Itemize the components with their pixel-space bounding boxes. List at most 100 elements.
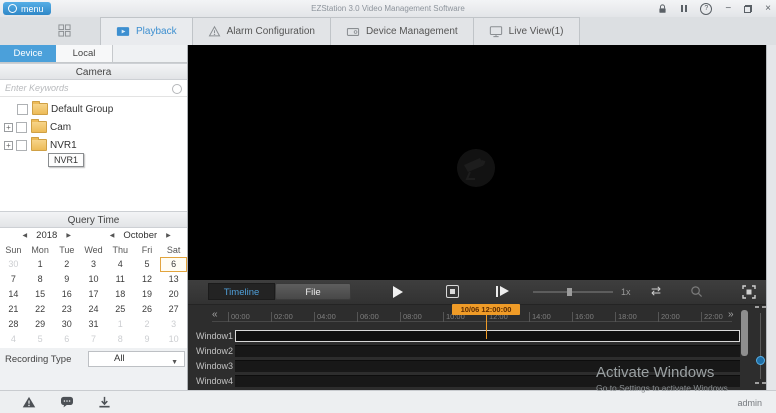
sidebar-tab-local[interactable]: Local (56, 45, 113, 62)
download-icon[interactable] (98, 396, 111, 409)
calendar-day[interactable]: 5 (27, 332, 54, 347)
window4-track[interactable] (235, 375, 740, 387)
calendar-day[interactable]: 14 (0, 287, 27, 302)
video-display-area[interactable] (188, 45, 766, 280)
calendar-day[interactable]: 2 (53, 257, 80, 272)
calendar-day[interactable]: 22 (27, 302, 54, 317)
search-input[interactable] (0, 80, 187, 95)
file-mode-button[interactable]: File (275, 283, 351, 300)
speed-slider[interactable] (533, 288, 613, 296)
step-forward-button[interactable] (496, 286, 512, 298)
calendar-day[interactable]: 4 (107, 257, 134, 272)
calendar-day[interactable]: 9 (53, 272, 80, 287)
recording-type-select[interactable]: All ▼ (88, 351, 185, 367)
playhead-marker[interactable]: 10/06 12:00:00 (452, 304, 520, 315)
help-icon[interactable]: ? (700, 2, 713, 15)
sidebar-tab-device[interactable]: Device (0, 45, 56, 62)
checkbox[interactable] (16, 139, 27, 151)
next-year-icon[interactable]: ▶ (66, 232, 71, 239)
scroll-left-icon[interactable]: « (212, 309, 218, 320)
window1-track[interactable] (235, 330, 740, 342)
expand-icon[interactable]: + (4, 122, 13, 132)
calendar-day[interactable]: 31 (80, 317, 107, 332)
calendar-day[interactable]: 19 (134, 287, 161, 302)
calendar-day[interactable]: 3 (160, 317, 187, 332)
fullscreen-icon[interactable] (742, 285, 756, 299)
close-icon[interactable]: × (765, 0, 771, 17)
calendar-day[interactable]: 28 (0, 317, 27, 332)
timeline-zoom-slider-knob[interactable] (756, 356, 765, 365)
calendar-day[interactable]: 24 (80, 302, 107, 317)
window3-track[interactable] (235, 360, 740, 372)
calendar-day[interactable]: 27 (160, 302, 187, 317)
calendar-day[interactable]: 6 (53, 332, 80, 347)
minimize-icon[interactable]: − (725, 0, 731, 17)
calendar-day[interactable]: 2 (134, 317, 161, 332)
checkbox[interactable] (17, 103, 28, 115)
calendar-day[interactable]: 25 (107, 302, 134, 317)
calendar-day[interactable]: 21 (0, 302, 27, 317)
scroll-right-icon[interactable]: » (728, 309, 734, 320)
windows-scrollbar-thumb[interactable] (741, 310, 748, 356)
prev-month-icon[interactable]: ◀ (110, 232, 115, 239)
calendar-day[interactable]: 3 (80, 257, 107, 272)
zoom-in-marks[interactable] (755, 306, 766, 308)
zoom-out-marks[interactable] (755, 382, 766, 384)
search-icon[interactable] (172, 84, 182, 94)
restore-icon[interactable] (744, 4, 753, 13)
timeline-ruler[interactable]: « 00:00 02:00 04:00 06:00 08:00 10:00 12:00 14:… (188, 304, 766, 339)
calendar-day[interactable]: 7 (0, 272, 27, 287)
calendar-day[interactable]: 9 (134, 332, 161, 347)
tab-live-view[interactable]: Live View(1) (472, 17, 580, 45)
message-icon[interactable] (60, 396, 74, 408)
calendar-day[interactable]: 1 (107, 317, 134, 332)
lock-icon[interactable] (657, 3, 668, 15)
menu-button[interactable]: menu (3, 2, 51, 15)
calendar-day[interactable]: 23 (53, 302, 80, 317)
speed-slider-thumb[interactable] (567, 288, 572, 296)
calendar-day[interactable]: 1 (27, 257, 54, 272)
tree-item-default-group[interactable]: Default Group (0, 101, 187, 117)
calendar-day[interactable]: 8 (107, 332, 134, 347)
prev-year-icon[interactable]: ◀ (23, 232, 28, 239)
checkbox[interactable] (16, 121, 27, 133)
calendar-day[interactable]: 20 (160, 287, 187, 302)
calendar-day[interactable]: 11 (107, 272, 134, 287)
device-icon (346, 27, 360, 36)
calendar-day[interactable]: 29 (27, 317, 54, 332)
calendar-day[interactable]: 16 (53, 287, 80, 302)
tab-alarm-configuration[interactable]: Alarm Configuration (191, 17, 330, 45)
calendar-day[interactable]: 7 (80, 332, 107, 347)
alarm-status-icon[interactable] (22, 396, 36, 408)
calendar-day[interactable]: 10 (160, 332, 187, 347)
tree-item-nvr1[interactable]: + NVR1 (0, 137, 187, 153)
calendar-day[interactable]: 10 (80, 272, 107, 287)
calendar-day[interactable]: 17 (80, 287, 107, 302)
tree-item-cam[interactable]: + Cam (0, 119, 187, 135)
calendar-day-selected[interactable]: 6 (160, 257, 188, 272)
calendar-day[interactable]: 13 (160, 272, 187, 287)
chevron-down-icon: ▼ (171, 359, 178, 366)
calendar-day[interactable]: 26 (134, 302, 161, 317)
timeline-zoom-icon[interactable] (690, 285, 703, 298)
tab-playback[interactable]: Playback (100, 17, 192, 45)
layout-grid-icon[interactable] (58, 24, 71, 37)
window2-track[interactable] (235, 345, 740, 357)
calendar-day[interactable]: 5 (134, 257, 161, 272)
expand-icon[interactable]: + (4, 140, 13, 150)
tab-device-management[interactable]: Device Management (329, 17, 473, 45)
calendar-day[interactable]: 30 (53, 317, 80, 332)
next-month-icon[interactable]: ▶ (166, 232, 171, 239)
play-button[interactable] (393, 286, 403, 298)
timeline-mode-button[interactable]: Timeline (208, 283, 275, 300)
calendar-day[interactable]: 15 (27, 287, 54, 302)
calendar-day[interactable]: 12 (134, 272, 161, 287)
calendar-day[interactable]: 30 (0, 257, 27, 272)
pause-icon[interactable] (681, 5, 688, 12)
calendar-day[interactable]: 8 (27, 272, 54, 287)
timeline-zoom-slider-track[interactable] (760, 313, 761, 379)
stop-button[interactable] (446, 285, 459, 298)
calendar-day[interactable]: 18 (107, 287, 134, 302)
sync-playback-icon[interactable]: ⇄ (651, 284, 661, 298)
calendar-day[interactable]: 4 (0, 332, 27, 347)
